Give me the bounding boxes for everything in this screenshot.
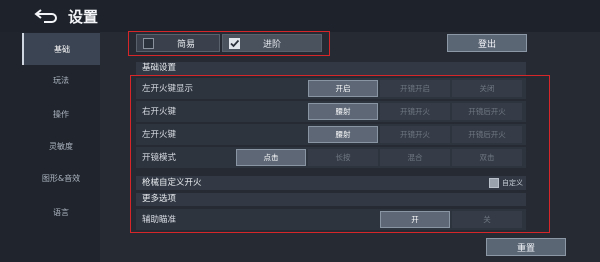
top-bar: 设置: [0, 0, 600, 32]
custom-checkbox-label: 自定义: [502, 179, 523, 187]
advanced-checkbox[interactable]: [229, 38, 240, 49]
option-scope-fire[interactable]: 开镜开火: [380, 126, 450, 143]
logout-button[interactable]: 登出: [447, 34, 527, 52]
option-fire-after-scope[interactable]: 开镜后开火: [452, 103, 522, 120]
sidebar-item-language[interactable]: 语言: [22, 196, 100, 228]
simple-mode-button[interactable]: 简易: [136, 34, 220, 52]
checkmark-icon: [230, 39, 240, 48]
option-aim-assist-on[interactable]: 开: [380, 211, 450, 228]
basic-settings-header: 基础设置: [136, 62, 526, 75]
page-title: 设置: [68, 8, 99, 26]
gun-custom-fire-row: 枪械自定义开火 自定义: [136, 176, 526, 190]
setting-label: 右开火键: [142, 107, 177, 117]
sidebar-item-controls[interactable]: 操作: [22, 98, 100, 130]
sidebar-item-sensitivity[interactable]: 灵敏度: [22, 130, 100, 162]
option-tap[interactable]: 点击: [236, 149, 306, 166]
custom-checkbox[interactable]: [489, 178, 499, 188]
option-fire-after-scope[interactable]: 开镜后开火: [452, 126, 522, 143]
option-scope-on[interactable]: 开镜开启: [380, 80, 450, 97]
more-options-header: 更多选项: [136, 193, 526, 206]
sidebar-item-basic[interactable]: 基础: [22, 33, 100, 65]
option-hip-fire[interactable]: 腰射: [308, 126, 378, 143]
option-aim-assist-off[interactable]: 关: [452, 211, 522, 228]
option-hip-fire[interactable]: 腰射: [308, 103, 378, 120]
advanced-mode-button[interactable]: 进阶: [222, 34, 322, 52]
sidebar: 基础 玩法 操作 灵敏度 图形&音效 语言: [0, 32, 100, 262]
gun-custom-fire-label: 枪械自定义开火: [142, 178, 202, 188]
sidebar-item-graphics-audio[interactable]: 图形&音效: [22, 162, 100, 194]
setting-label: 开镜模式: [142, 153, 177, 163]
sidebar-item-gameplay[interactable]: 玩法: [22, 64, 100, 96]
setting-label: 左开火键: [142, 130, 177, 140]
option-on[interactable]: 开启: [308, 80, 378, 97]
reset-button[interactable]: 重置: [486, 238, 566, 256]
setting-row-left-fire: 左开火键 腰射 开镜开火 开镜后开火: [136, 124, 526, 145]
option-mixed[interactable]: 混合: [380, 149, 450, 166]
option-double-tap[interactable]: 双击: [452, 149, 522, 166]
advanced-mode-label: 进阶: [263, 40, 282, 50]
option-scope-fire[interactable]: 开镜开火: [380, 103, 450, 120]
simple-checkbox[interactable]: [143, 38, 154, 49]
option-hold[interactable]: 长按: [308, 149, 378, 166]
setting-label: 左开火键显示: [142, 84, 194, 94]
setting-row-right-fire: 右开火键 腰射 开镜开火 开镜后开火: [136, 101, 526, 122]
setting-row-scope-mode: 开镜模式 ? 点击 长按 混合 双击: [136, 147, 526, 168]
option-off[interactable]: 关闭: [452, 80, 522, 97]
setting-label: 辅助瞄准: [142, 215, 177, 225]
back-arrow-icon[interactable]: [34, 8, 60, 24]
setting-row-aim-assist: 辅助瞄准 开 关: [136, 209, 526, 230]
setting-row-left-fire-display: 左开火键显示 开启 开镜开启 关闭: [136, 78, 526, 99]
simple-mode-label: 简易: [177, 40, 196, 50]
